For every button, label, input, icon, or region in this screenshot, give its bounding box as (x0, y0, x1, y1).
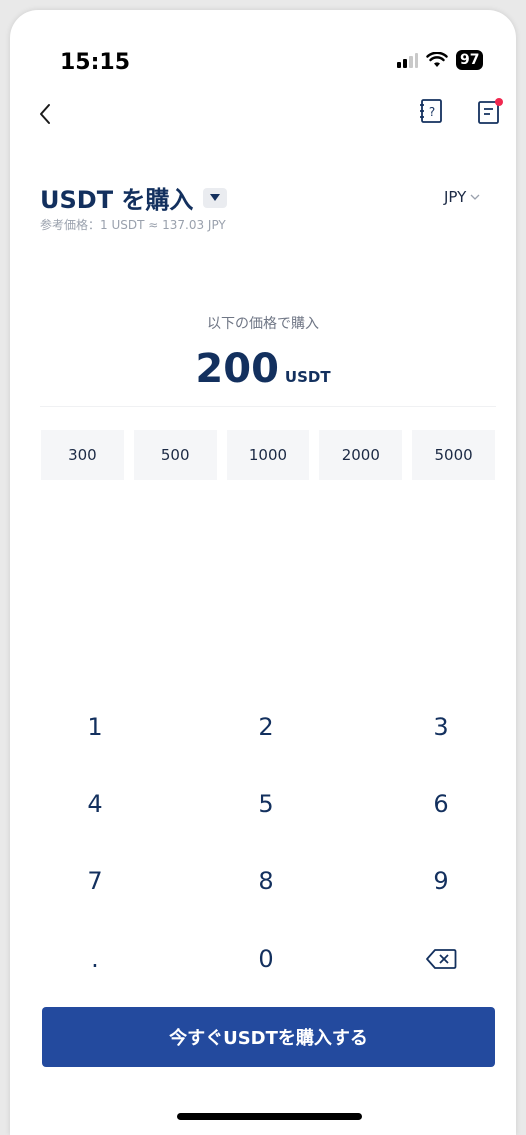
currency-selector[interactable]: JPY (444, 188, 480, 206)
key-2[interactable]: 2 (206, 702, 326, 752)
key-3[interactable]: 3 (381, 702, 501, 752)
status-icons: 97 (396, 50, 484, 70)
amount-display: 200 USDT (10, 346, 516, 392)
preset-5000[interactable]: 5000 (412, 430, 495, 480)
key-8[interactable]: 8 (206, 856, 326, 906)
reference-price: 参考価格：1 USDT ≈ 137.03 JPY (40, 218, 226, 232)
key-0[interactable]: 0 (206, 934, 326, 984)
preset-1000[interactable]: 1000 (226, 430, 310, 480)
key-7[interactable]: 7 (35, 856, 155, 906)
caret-down-icon (210, 194, 221, 201)
orders-button[interactable] (476, 98, 504, 126)
divider (40, 406, 496, 407)
key-9[interactable]: 9 (381, 856, 501, 906)
backspace-button[interactable] (381, 934, 501, 984)
coin-selector-toggle[interactable] (203, 187, 228, 208)
amount-value: 200 (195, 346, 279, 392)
preset-amounts: 300 500 1000 2000 5000 (41, 430, 495, 480)
purchase-label: 以下の価格で購入 (207, 316, 319, 332)
chevron-down-icon (470, 194, 480, 200)
key-5[interactable]: 5 (206, 779, 326, 829)
key-1[interactable]: 1 (35, 702, 155, 752)
key-decimal[interactable]: . (35, 934, 155, 984)
home-indicator[interactable] (177, 1113, 362, 1120)
help-book-icon: ? (420, 99, 442, 123)
title-text: USDT を購入 (40, 186, 194, 214)
battery-icon: 97 (456, 50, 484, 70)
preset-500[interactable]: 500 (133, 430, 217, 480)
svg-text:?: ? (429, 105, 435, 119)
key-4[interactable]: 4 (35, 779, 155, 829)
help-guide-button[interactable]: ? (418, 98, 446, 126)
page-title[interactable]: USDT を購入 (40, 180, 228, 215)
orders-list-icon (478, 98, 503, 124)
preset-2000[interactable]: 2000 (319, 430, 403, 480)
key-6[interactable]: 6 (381, 779, 501, 829)
chevron-left-icon (40, 104, 50, 124)
buy-now-button[interactable]: 今すぐUSDTを購入する (42, 1007, 495, 1067)
signal-icon (397, 53, 418, 68)
backspace-icon (426, 949, 457, 969)
screen: 15:15 97 ? USDT を購入 JPY 参考価格：1 USDT ≈ 13… (10, 10, 516, 1135)
preset-300[interactable]: 300 (41, 430, 124, 480)
wifi-icon (426, 52, 448, 67)
status-time: 15:15 (60, 50, 131, 75)
currency-label: JPY (444, 188, 467, 206)
amount-unit: USDT (284, 368, 331, 386)
back-button[interactable] (38, 102, 52, 132)
